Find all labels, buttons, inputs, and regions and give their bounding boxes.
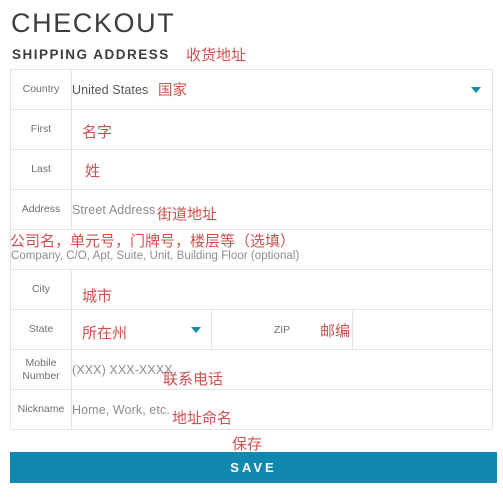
field-nickname-placeholder: Home, Work, etc. (72, 402, 170, 417)
form-row-last: Last (10, 149, 493, 190)
field-state[interactable] (70, 309, 213, 350)
chevron-down-icon[interactable] (191, 327, 202, 333)
form-row-mobile-number: Mobile Number (XXX) XXX-XXXX (10, 349, 493, 390)
form-row-nickname: Nickname Home, Work, etc. (10, 389, 493, 430)
save-button[interactable]: SAVE (10, 452, 497, 483)
label-zip: ZIP (211, 309, 353, 350)
label-city: City (10, 269, 72, 310)
label-last: Last (10, 149, 72, 190)
form-row-country: Country United States (10, 69, 493, 110)
label-first: First (10, 109, 72, 150)
form-row-company-optional: Company, C/O, Apt, Suite, Unit, Building… (10, 229, 493, 270)
field-street-address-placeholder: Street Address (72, 202, 156, 217)
field-country[interactable]: United States (71, 69, 493, 110)
field-city[interactable] (71, 269, 493, 310)
label-address: Address (10, 189, 72, 230)
annotation-save: 保存 (232, 435, 263, 453)
form-row-first: First (10, 109, 493, 150)
field-last-name[interactable] (71, 149, 493, 190)
field-first-name[interactable] (71, 109, 493, 150)
field-nickname[interactable]: Home, Work, etc. (71, 389, 493, 430)
field-zip[interactable] (351, 309, 494, 350)
field-mobile-number[interactable]: (XXX) XXX-XXXX (71, 349, 493, 390)
field-country-value: United States (72, 82, 149, 97)
chevron-down-icon[interactable] (471, 87, 481, 93)
label-mobile-number: Mobile Number (10, 349, 72, 390)
form-row-city: City (10, 269, 493, 310)
field-company-apt[interactable]: Company, C/O, Apt, Suite, Unit, Building… (10, 229, 493, 270)
annotation-shipping-address: 收货地址 (186, 46, 247, 64)
form-row-address: Address Street Address (10, 189, 493, 230)
label-state: State (10, 309, 72, 350)
checkout-page: CHECKOUT SHIPPING ADDRESS 收货地址 Country U… (0, 0, 503, 500)
label-mobile-number-line2: Number (22, 369, 60, 382)
field-mobile-number-placeholder: (XXX) XXX-XXXX (72, 362, 173, 377)
label-mobile-number-line1: Mobile (25, 356, 57, 369)
shipping-address-heading: SHIPPING ADDRESS (12, 47, 170, 62)
field-street-address[interactable]: Street Address (71, 189, 493, 230)
page-title: CHECKOUT (11, 8, 176, 38)
label-nickname: Nickname (10, 389, 72, 430)
field-company-apt-placeholder: Company, C/O, Apt, Suite, Unit, Building… (11, 249, 300, 262)
form-row-state-zip: State ZIP (10, 309, 494, 350)
label-country: Country (10, 69, 72, 110)
shipping-address-form: Country United States First Last Address… (10, 69, 494, 430)
